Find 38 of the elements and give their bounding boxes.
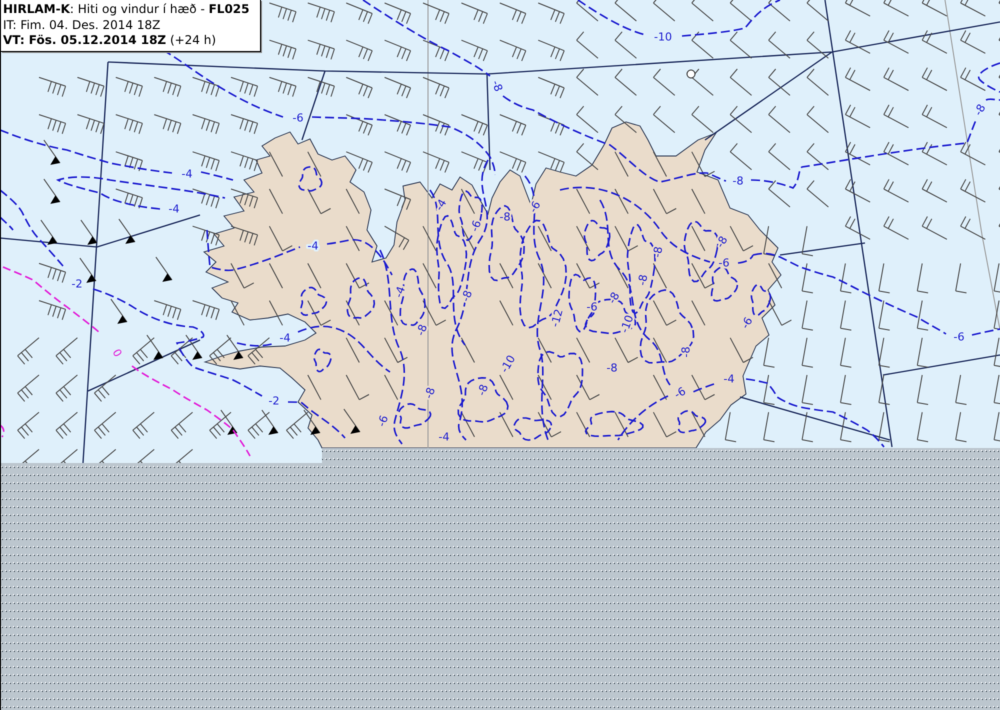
issue-time: IT: Fim. 04. Des. 2014 18Z	[3, 18, 162, 33]
circle-marker-icon	[686, 70, 696, 78]
freezing-level-label: 0	[110, 346, 124, 360]
isotherm-label: -8	[606, 362, 618, 374]
valid-time: VT: Fös. 05.12.2014 18Z (+24 h)	[3, 33, 218, 48]
isotherm-label: -8	[636, 273, 650, 287]
isotherm-label: -4	[182, 168, 192, 180]
isotherm-label: -10	[618, 313, 636, 335]
isotherm-label: -2	[72, 278, 82, 290]
isotherm-label: -2	[268, 394, 280, 408]
map-title: HIRLAM-K: Hiti og vindur í hæð - FL025	[3, 2, 250, 18]
isotherm-label: -8	[972, 102, 988, 118]
isotherm-label: -8	[500, 210, 510, 224]
isotherm-label: -8	[606, 290, 622, 306]
isotherm-label: -6	[672, 384, 688, 402]
isotherm-label: -8	[489, 78, 505, 94]
isotherm-label: -6	[718, 256, 730, 270]
isotherm-label: -8	[714, 234, 730, 250]
isotherm-label: -8	[414, 322, 430, 338]
isotherm-label: -8	[732, 174, 744, 188]
isotherm-label: -4	[724, 372, 734, 386]
isotherm-label: -4	[438, 430, 450, 444]
isotherm-label: -6	[292, 112, 304, 124]
isotherm-label: -4	[392, 284, 408, 300]
isotherm-label: -6	[375, 414, 391, 428]
isotherm-label: -8	[422, 386, 438, 400]
isotherm-label: -8	[650, 245, 666, 259]
isotherm-label: -8	[475, 382, 491, 398]
isotherm-label: -6	[954, 330, 964, 344]
isotherm-label: -12	[548, 308, 566, 328]
isotherm-label: -4	[432, 197, 450, 213]
isotherm-label: -8	[459, 288, 475, 304]
isotherm-label: -6	[738, 315, 756, 331]
isotherm-label: -10	[498, 352, 518, 376]
isotherm-label: -4	[280, 332, 290, 344]
isotherm-label: -4	[168, 202, 180, 216]
isotherm-label: -10	[654, 30, 672, 44]
isotherm-label: -4	[308, 240, 318, 252]
